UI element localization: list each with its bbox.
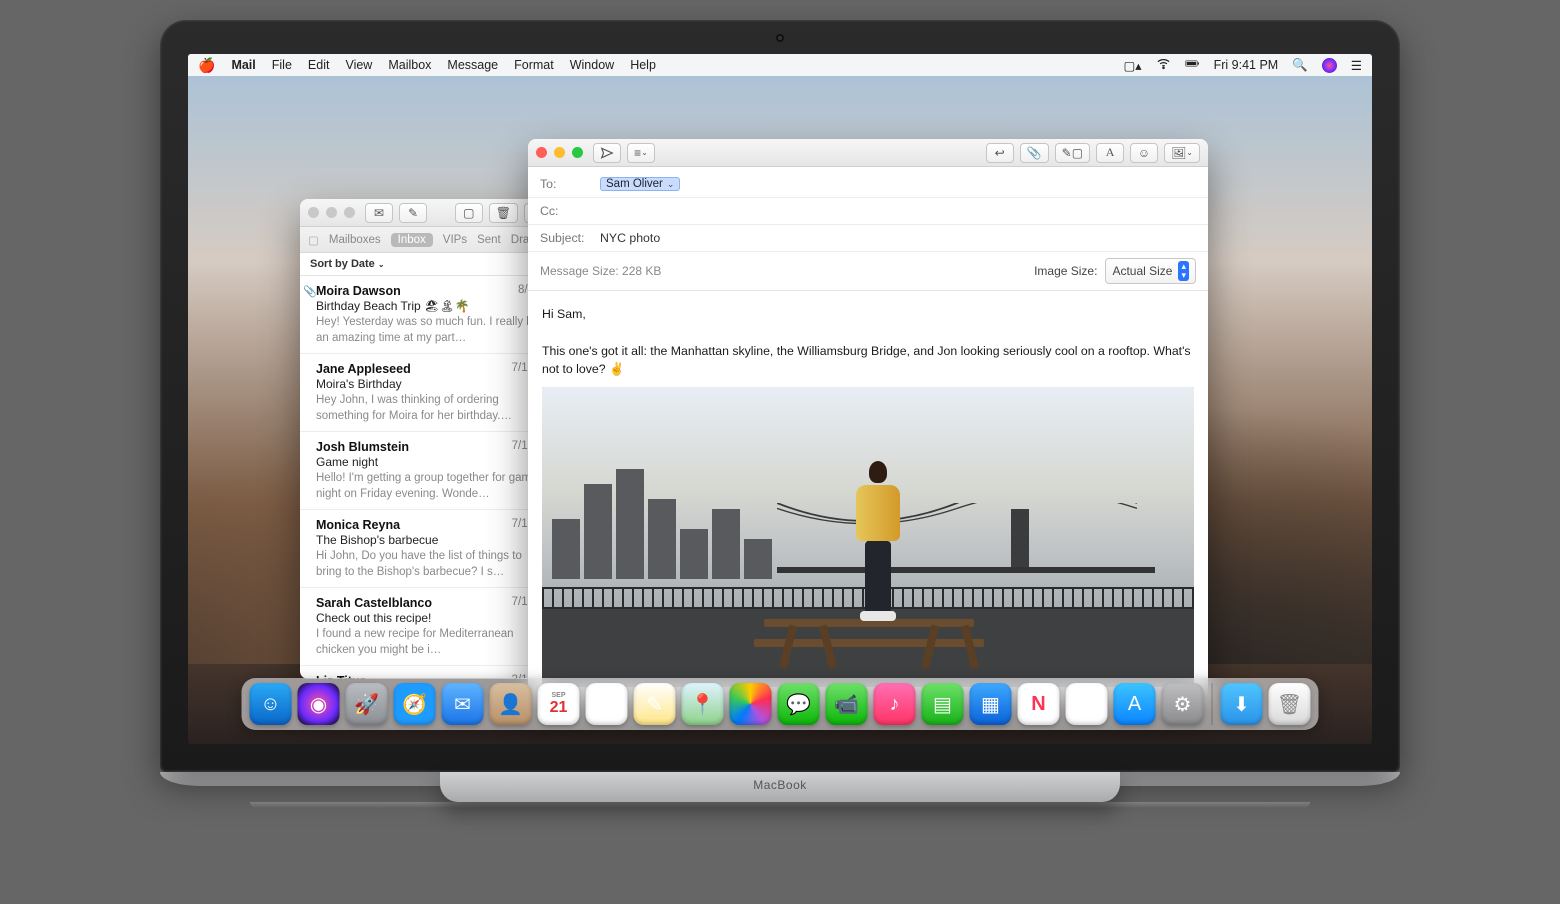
dock-finder[interactable]: ☺: [250, 683, 292, 725]
dock-messages[interactable]: 💬: [778, 683, 820, 725]
app-menu-name[interactable]: Mail: [231, 58, 255, 72]
message-preview: Hey John, I was thinking of ordering som…: [316, 393, 550, 423]
dock-news[interactable]: N: [1018, 683, 1060, 725]
reply-button[interactable]: ↩: [986, 143, 1014, 163]
notification-center-icon[interactable]: ☰: [1351, 58, 1362, 73]
get-mail-button[interactable]: ✉: [365, 203, 393, 223]
archive-button[interactable]: ▢: [455, 203, 483, 223]
format-button[interactable]: A: [1096, 143, 1124, 163]
compose-window: ≡ ⌄ ↩ 📎 ✎▢ A ☺ 🖼 ⌄ To: Sam Ol: [528, 139, 1208, 699]
photo-browser-button[interactable]: 🖼 ⌄: [1164, 143, 1200, 163]
message-row[interactable]: Sarah Castelblanco7/13/18Check out this …: [300, 588, 560, 666]
macbook-frame: 🍎 Mail File Edit View Mailbox Message Fo…: [160, 20, 1400, 808]
dock-notes[interactable]: ✎: [634, 683, 676, 725]
battery-icon[interactable]: [1185, 56, 1200, 74]
compose-button[interactable]: ✎: [399, 203, 427, 223]
dock-siri[interactable]: ◉: [298, 683, 340, 725]
airplay-icon[interactable]: ▢▴: [1124, 58, 1142, 73]
menu-edit[interactable]: Edit: [308, 58, 330, 72]
window-controls[interactable]: [308, 207, 355, 218]
dock-mail[interactable]: ✉: [442, 683, 484, 725]
dock-launchpad[interactable]: 🚀: [346, 683, 388, 725]
dock-preferences[interactable]: ⚙: [1162, 683, 1204, 725]
window-controls[interactable]: [536, 147, 583, 158]
message-preview: I found a new recipe for Mediterranean c…: [316, 627, 550, 657]
dock: ☺◉🚀🧭✉👤SEP21≣✎📍 💬📹♪▤▦N♫A⚙ ⬇🗑: [242, 678, 1319, 730]
menu-help[interactable]: Help: [630, 58, 656, 72]
message-list: 📎Moira Dawson8/2/18Birthday Beach Trip 🏖…: [300, 276, 560, 679]
dock-maps[interactable]: 📍: [682, 683, 724, 725]
menu-format[interactable]: Format: [514, 58, 554, 72]
dock-separator: [1212, 683, 1213, 725]
subject-label: Subject:: [540, 231, 592, 245]
menu-window[interactable]: Window: [570, 58, 614, 72]
message-row[interactable]: 📎Moira Dawson8/2/18Birthday Beach Trip 🏖…: [300, 276, 560, 354]
dock-contacts[interactable]: 👤: [490, 683, 532, 725]
menu-mailbox[interactable]: Mailbox: [388, 58, 431, 72]
sort-menu[interactable]: Sort by Date ⌄: [310, 258, 385, 270]
dock-photos[interactable]: [730, 683, 772, 725]
markup-button[interactable]: ✎▢: [1055, 143, 1090, 163]
dock-keynote[interactable]: ▦: [970, 683, 1012, 725]
message-preview: Hey! Yesterday was so much fun. I really…: [316, 315, 550, 345]
message-row[interactable]: Monica Reyna7/13/18The Bishop's barbecue…: [300, 510, 560, 588]
delete-button[interactable]: 🗑: [489, 203, 518, 223]
dock-reminders[interactable]: ≣: [586, 683, 628, 725]
body-greeting: Hi Sam,: [542, 305, 1194, 323]
message-size-label: Message Size:: [540, 264, 619, 278]
message-size-value: 228 KB: [622, 264, 661, 278]
dock-music[interactable]: ♫: [1066, 683, 1108, 725]
apple-menu[interactable]: 🍎: [198, 57, 215, 74]
dock-itunes[interactable]: ♪: [874, 683, 916, 725]
message-row[interactable]: Jane Appleseed7/13/18Moira's BirthdayHey…: [300, 354, 560, 432]
fav-inbox[interactable]: Inbox: [391, 233, 433, 247]
wifi-icon[interactable]: [1156, 56, 1171, 74]
laptop-brand: MacBook: [753, 778, 807, 792]
header-fields-button[interactable]: ≡ ⌄: [627, 143, 655, 163]
clock[interactable]: Fri 9:41 PM: [1214, 58, 1279, 72]
fav-mailboxes[interactable]: Mailboxes: [329, 234, 381, 246]
message-preview: Hi John, Do you have the list of things …: [316, 549, 550, 579]
message-row[interactable]: Josh Blumstein7/13/18Game nightHello! I'…: [300, 432, 560, 510]
send-button[interactable]: [593, 143, 621, 163]
dock-calendar[interactable]: SEP21: [538, 683, 580, 725]
fav-sent[interactable]: Sent: [477, 234, 501, 246]
message-subject: Birthday Beach Trip 🏖🏝🌴: [316, 299, 550, 313]
message-preview: Hello! I'm getting a group together for …: [316, 471, 550, 501]
dock-downloads[interactable]: ⬇: [1221, 683, 1263, 725]
compose-body[interactable]: Hi Sam, This one's got it all: the Manha…: [528, 295, 1208, 697]
message-subject: Check out this recipe!: [316, 611, 550, 625]
fav-vips[interactable]: VIPs: [443, 234, 467, 246]
cc-label: Cc:: [540, 204, 592, 218]
mail-inbox-window: ✉ ✎ ▢ 🗑 ⊘ ▢ Mailboxes Inbox VIPs Sent: [300, 199, 560, 679]
attachment-icon: 📎: [303, 285, 317, 298]
dock-facetime[interactable]: 📹: [826, 683, 868, 725]
emoji-button[interactable]: ☺: [1130, 143, 1158, 163]
menu-file[interactable]: File: [272, 58, 292, 72]
camera-dot: [776, 34, 784, 42]
menu-message[interactable]: Message: [447, 58, 498, 72]
menu-view[interactable]: View: [345, 58, 372, 72]
siri-icon[interactable]: [1322, 58, 1337, 73]
to-recipient-pill[interactable]: Sam Oliver: [600, 177, 680, 191]
image-size-select[interactable]: Actual Size ▴▾: [1105, 258, 1196, 284]
message-subject: The Bishop's barbecue: [316, 533, 550, 547]
subject-field[interactable]: NYC photo: [600, 231, 660, 245]
message-subject: Game night: [316, 455, 550, 469]
dock-appstore[interactable]: A: [1114, 683, 1156, 725]
desktop-screen: 🍎 Mail File Edit View Mailbox Message Fo…: [188, 54, 1372, 744]
menubar: 🍎 Mail File Edit View Mailbox Message Fo…: [188, 54, 1372, 76]
body-paragraph: This one's got it all: the Manhattan sky…: [542, 342, 1194, 379]
message-sender: Moira Dawson: [316, 284, 550, 298]
attach-button[interactable]: 📎: [1020, 143, 1049, 163]
spotlight-icon[interactable]: 🔍: [1292, 58, 1308, 73]
to-label: To:: [540, 177, 592, 191]
dock-safari[interactable]: 🧭: [394, 683, 436, 725]
image-size-label: Image Size:: [1034, 264, 1097, 278]
message-subject: Moira's Birthday: [316, 377, 550, 391]
attached-photo[interactable]: [542, 387, 1194, 687]
dock-trash[interactable]: 🗑: [1269, 683, 1311, 725]
dock-numbers[interactable]: ▤: [922, 683, 964, 725]
